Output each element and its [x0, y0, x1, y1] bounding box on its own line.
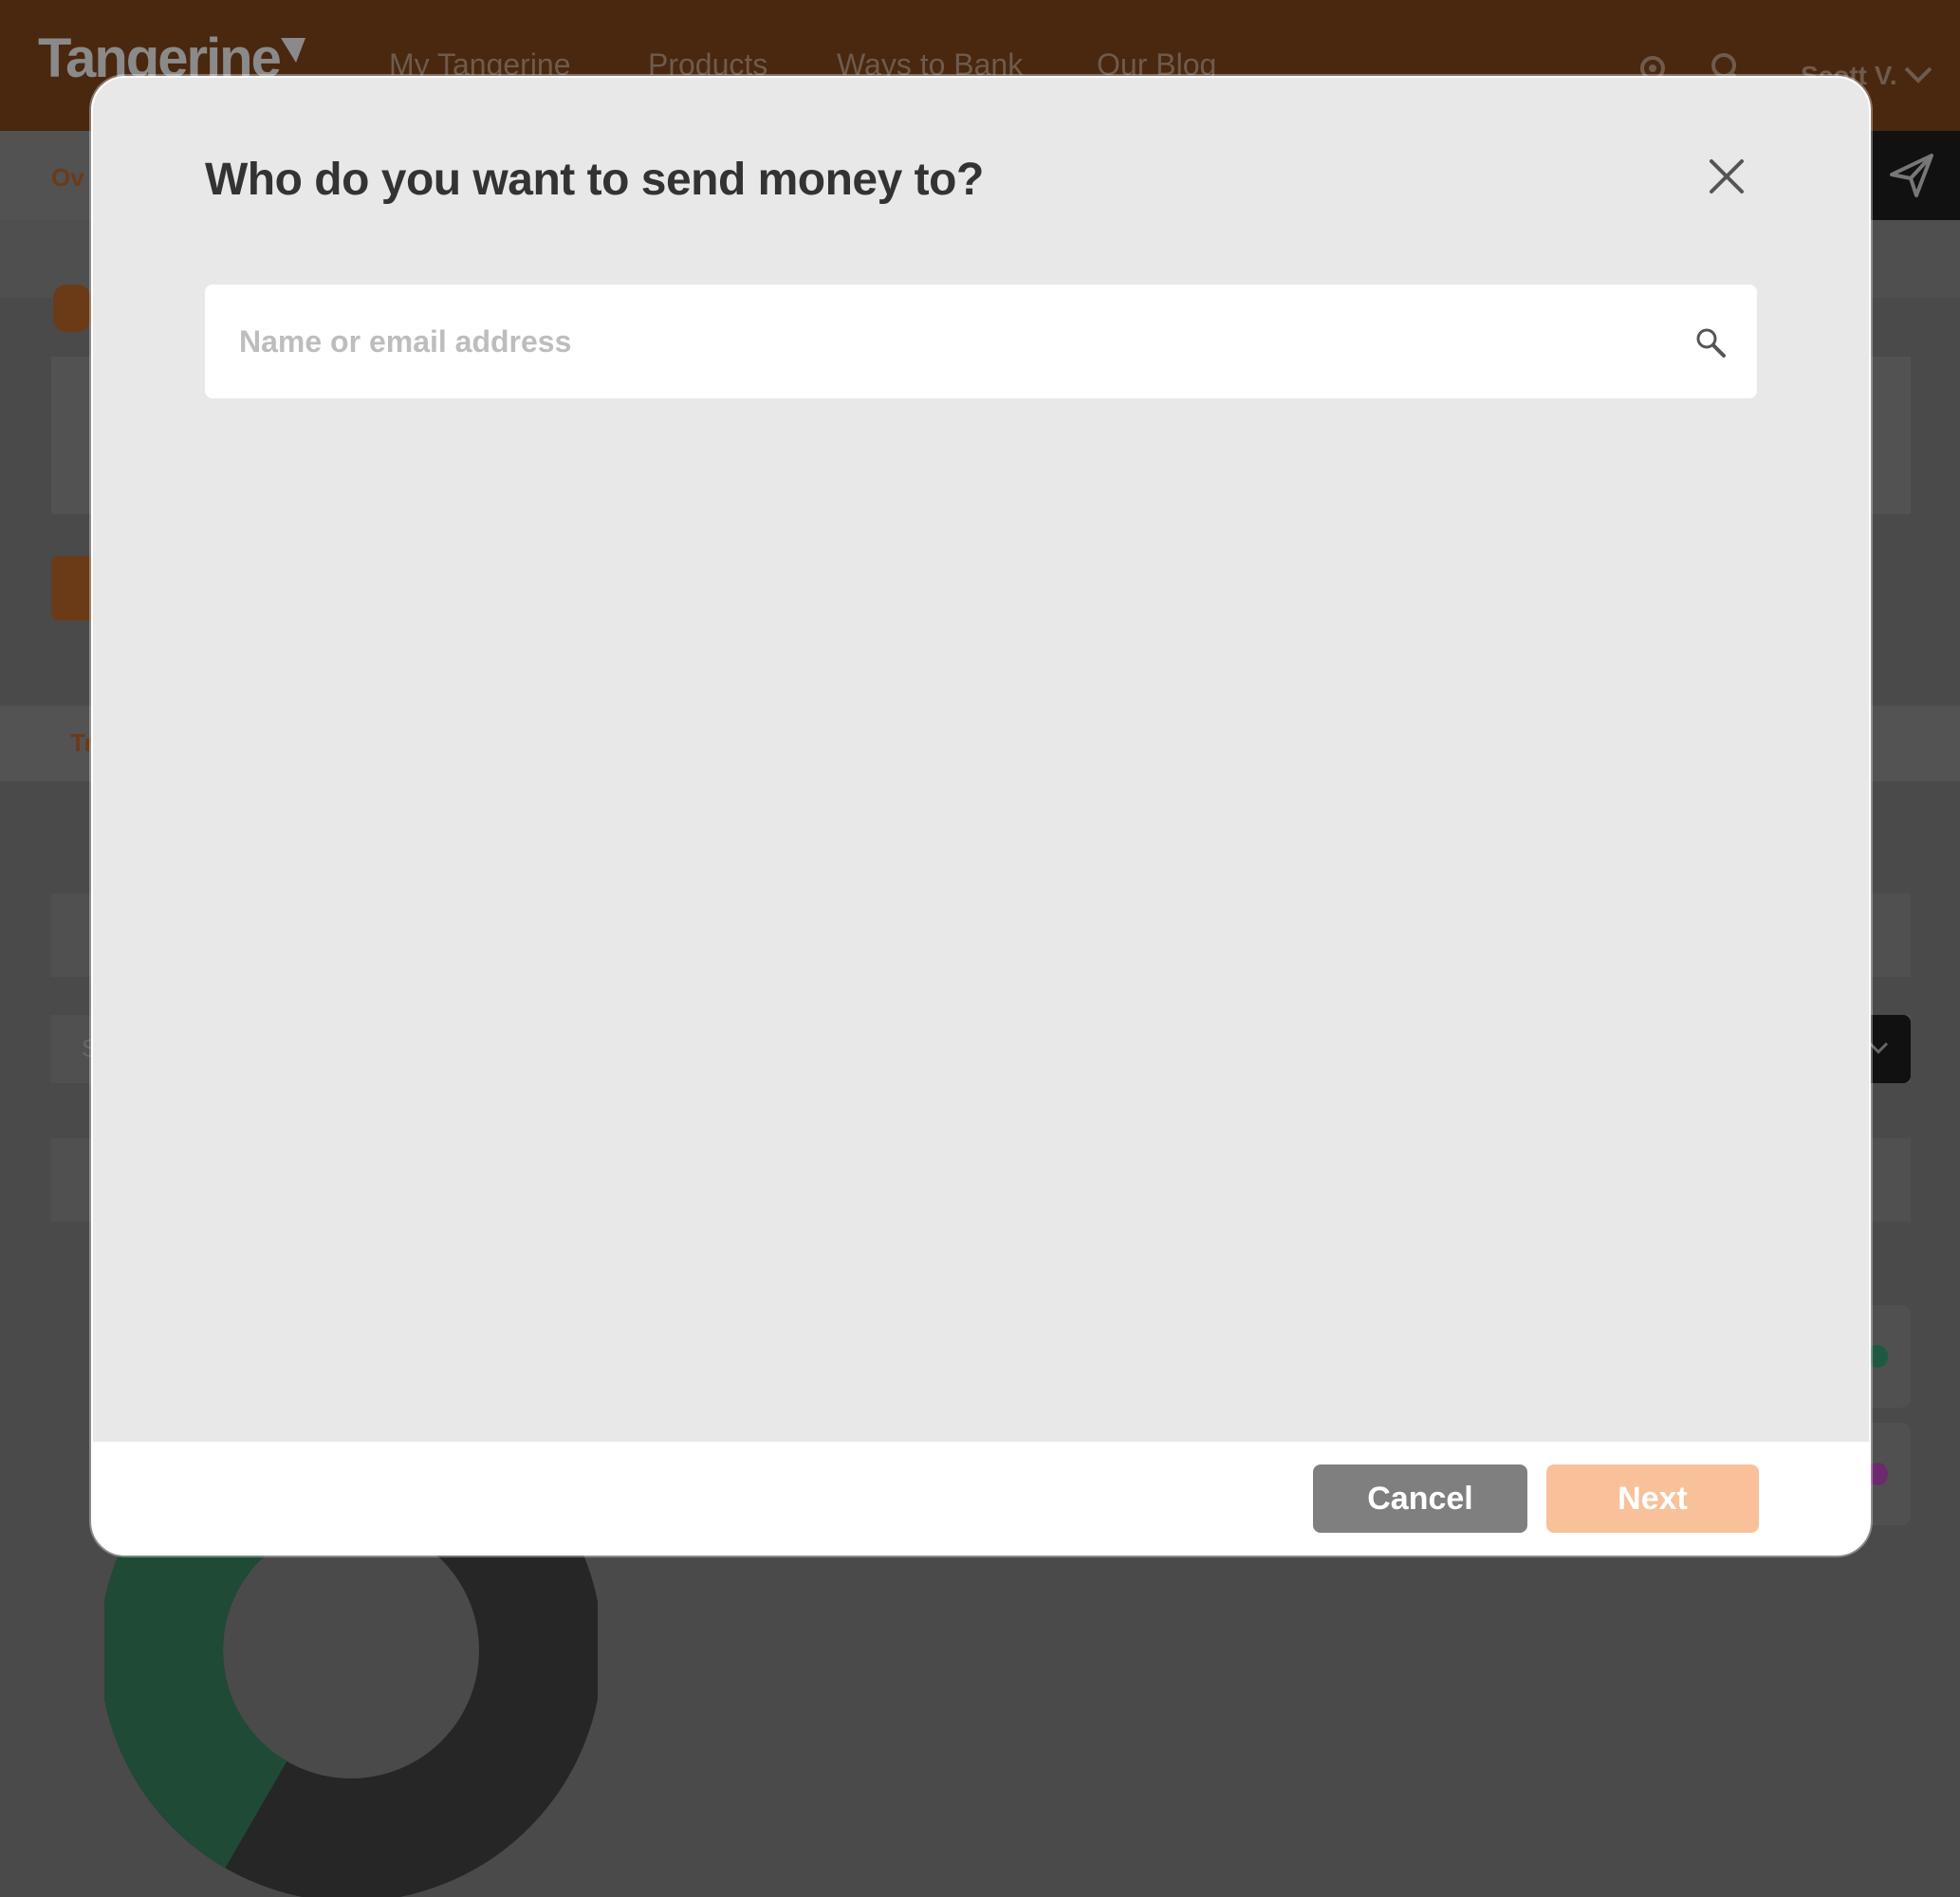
background-graphic	[53, 285, 91, 332]
logo-mark-icon	[281, 38, 305, 63]
send-money-dialog: Who do you want to send money to? Cancel…	[91, 76, 1871, 1556]
chevron-down-icon[interactable]	[1903, 64, 1933, 85]
recipient-search-box	[205, 285, 1757, 398]
cancel-button[interactable]: Cancel	[1313, 1464, 1527, 1533]
next-button[interactable]: Next	[1546, 1464, 1759, 1533]
close-icon[interactable]	[1706, 156, 1747, 197]
dialog-title: Who do you want to send money to?	[205, 155, 984, 205]
subnav-overview-label[interactable]: Ov	[51, 163, 84, 193]
dialog-footer: Cancel Next	[93, 1442, 1869, 1554]
search-icon[interactable]	[1694, 326, 1727, 359]
recipient-search-input[interactable]	[205, 285, 1685, 398]
background-tab-label: Tr	[70, 728, 94, 757]
paper-plane-icon[interactable]	[1888, 152, 1935, 199]
